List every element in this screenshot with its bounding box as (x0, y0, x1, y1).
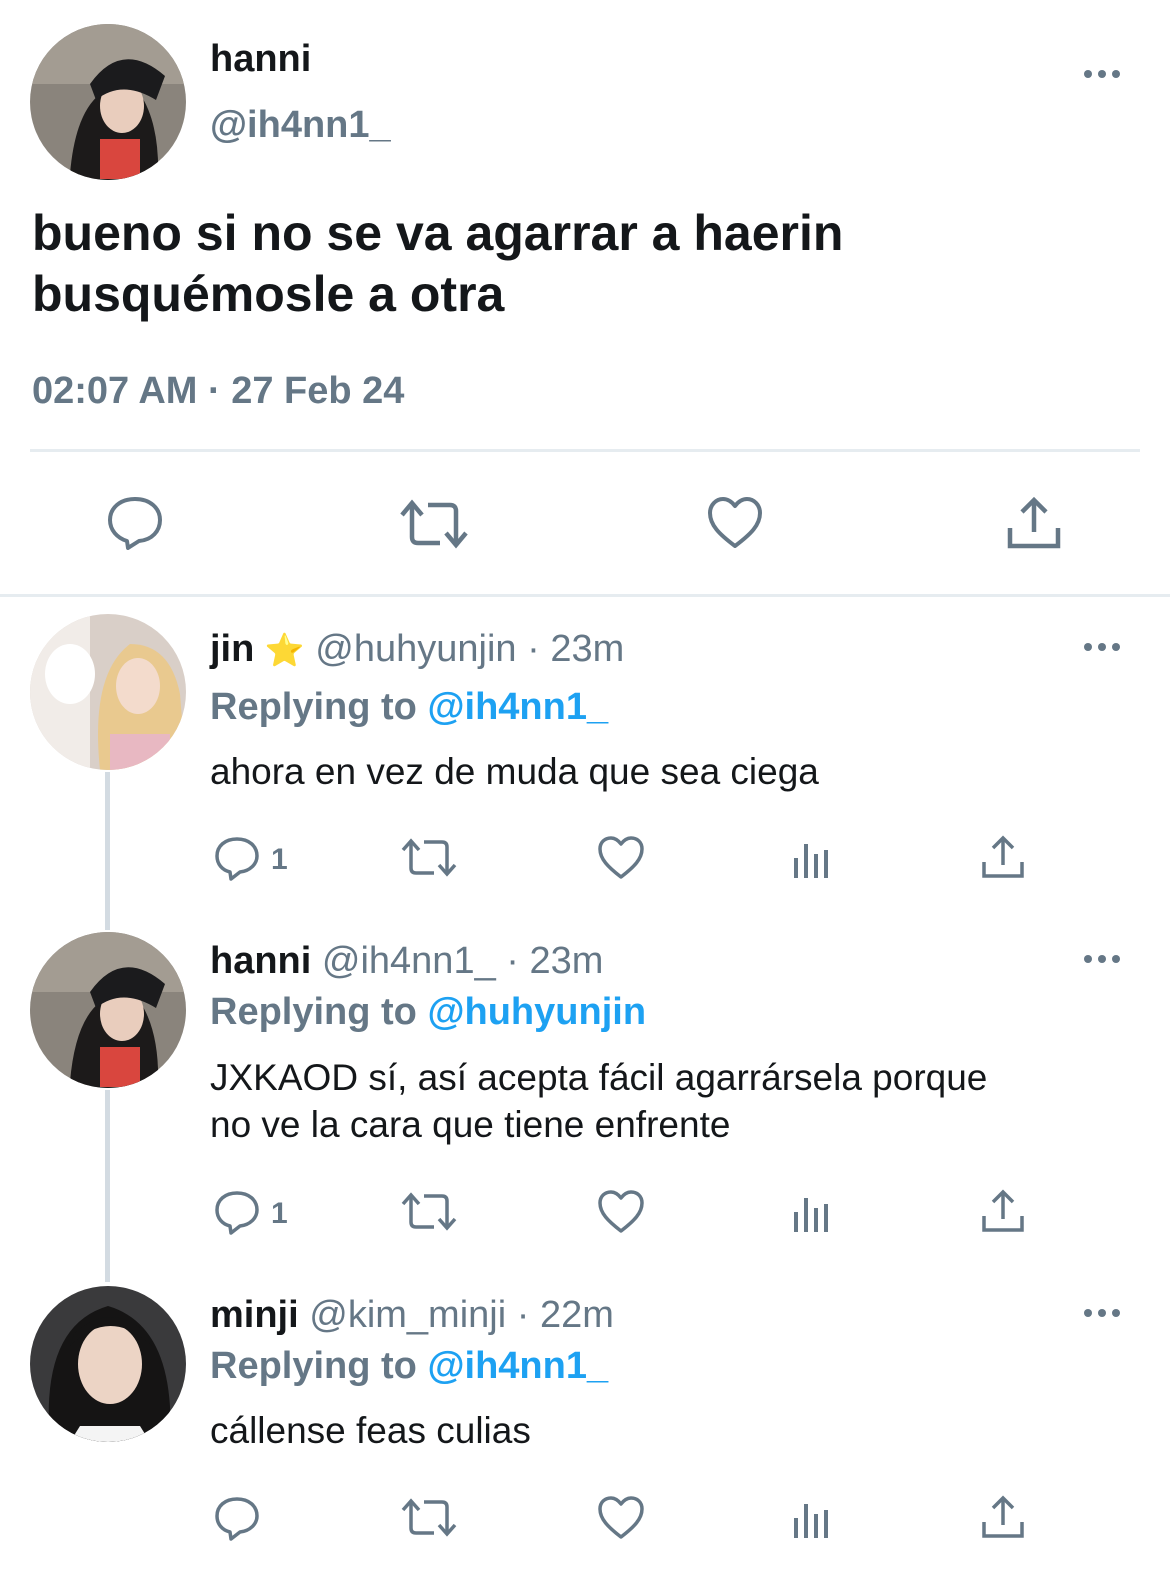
replying-to-link[interactable]: @ih4nn1_ (427, 686, 608, 728)
more-icon[interactable] (1084, 637, 1124, 657)
replying-prefix: Replying to (210, 1345, 428, 1387)
divider (0, 594, 1170, 597)
main-more-icon[interactable] (1084, 64, 1124, 84)
thread-line (105, 772, 110, 930)
more-icon[interactable] (1084, 1303, 1124, 1323)
more-icon[interactable] (1084, 949, 1124, 969)
reply-count: 1 (271, 843, 288, 876)
avatar-hanni[interactable] (30, 932, 186, 1088)
reply-text: cállense feas culias (210, 1410, 531, 1451)
reply-text-line2: no ve la cara que tiene enfrente (210, 1104, 731, 1145)
share-icon[interactable] (1006, 494, 1062, 550)
like-icon[interactable] (706, 496, 764, 550)
retweet-icon[interactable] (400, 836, 458, 880)
reply-display-name[interactable]: hanni (210, 940, 311, 982)
reply-display-name[interactable]: jin (210, 628, 254, 670)
reply-text: ahora en vez de muda que sea ciega (210, 751, 819, 792)
avatar-jin[interactable] (30, 614, 186, 770)
reply-count: 1 (271, 1197, 288, 1230)
like-icon[interactable] (597, 835, 645, 881)
retweet-icon[interactable] (400, 1190, 458, 1234)
reply-display-name[interactable]: minji (210, 1294, 299, 1336)
main-tweet-text-line2: busquémosle a otra (32, 266, 505, 322)
reply-icon[interactable] (214, 1496, 260, 1542)
thread-line (105, 1090, 110, 1282)
share-icon[interactable] (980, 1494, 1026, 1540)
views-icon[interactable] (792, 840, 832, 880)
avatar-minji[interactable] (30, 1286, 186, 1442)
replying-to-link[interactable]: @ih4nn1_ (427, 1345, 608, 1387)
avatar-hanni[interactable] (30, 24, 186, 180)
views-icon[interactable] (792, 1500, 832, 1540)
reply-text-line1: JXKAOD sí, así acepta fácil agarrársela … (210, 1057, 988, 1098)
retweet-icon[interactable] (400, 1496, 458, 1540)
reply-meta[interactable]: @kim_minji · 22m (309, 1294, 614, 1336)
share-icon[interactable] (980, 834, 1026, 880)
main-timestamp[interactable]: 02:07 AM · 27 Feb 24 (32, 370, 404, 413)
main-handle[interactable]: @ih4nn1_ (210, 104, 391, 147)
like-icon[interactable] (597, 1495, 645, 1541)
reply-icon[interactable] (106, 495, 164, 551)
main-tweet-text-line1: bueno si no se va agarrar a haerin (32, 205, 844, 261)
reply-meta[interactable]: @ih4nn1_ · 23m (322, 940, 604, 982)
star-badge-icon: ⭐ (264, 632, 305, 668)
share-icon[interactable] (980, 1188, 1026, 1234)
like-icon[interactable] (597, 1189, 645, 1235)
reply-icon[interactable] (214, 1190, 260, 1236)
replying-prefix: Replying to (210, 991, 428, 1033)
reply-meta[interactable]: @huhyunjin · 23m (315, 628, 624, 670)
retweet-icon[interactable] (398, 497, 470, 551)
reply-icon[interactable] (214, 836, 260, 882)
views-icon[interactable] (792, 1194, 832, 1234)
replying-to-link[interactable]: @huhyunjin (427, 991, 646, 1033)
divider (30, 449, 1140, 452)
replying-prefix: Replying to (210, 686, 428, 728)
main-display-name[interactable]: hanni (210, 38, 311, 81)
